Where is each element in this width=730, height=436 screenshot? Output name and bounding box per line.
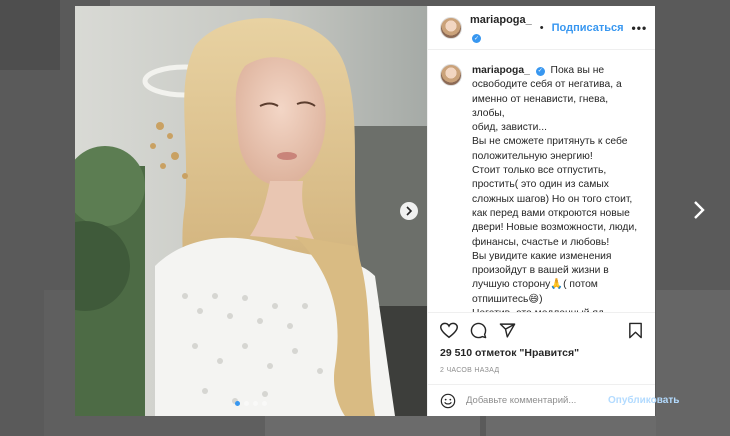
caption-line: простить( это один из самых [472,179,609,191]
caption-line: именно от ненависти, гнева, злобы, [472,93,609,119]
caption-line: положительную энергию! [472,150,593,162]
carousel-dot [253,401,258,406]
publish-comment-button[interactable]: Опубликовать [608,395,679,406]
separator: • [539,21,544,34]
likes-count[interactable]: 29 510 отметок "Нравится" [440,347,643,359]
caption-line: освободите себя от негатива, а [472,79,622,91]
verified-badge-icon: ✓ [535,66,545,76]
caption-line: финансы, счастье и любовь! [472,236,610,248]
caption-line: Стоит только все отпустить, [472,165,607,177]
caption-area: mariapoga_ ✓ Пока вы не освободите себя от… [428,50,655,312]
chevron-right-icon [406,206,413,216]
post-header: mariapoga_ ✓ • Подписаться ••• [428,6,655,50]
caption-line: сложных шагов) Но он того стоит, [472,193,633,205]
caption-username[interactable]: mariapoga_ [472,65,530,76]
username-link[interactable]: mariapoga_ [470,14,532,26]
next-post-button[interactable] [688,196,710,224]
caption-line: отпишитесь😄) [472,293,543,305]
action-bar [440,319,643,341]
post-modal: mariapoga_ ✓ • Подписаться ••• mariapoga… [75,6,679,416]
caption-line: как перед вами откроются новые [472,207,630,219]
post-sidebar: mariapoga_ ✓ • Подписаться ••• mariapoga… [427,6,679,416]
carousel-dot [235,401,240,406]
comment-form: Опубликовать [428,384,679,416]
share-button[interactable] [499,322,516,339]
post-actions: 29 510 отметок "Нравится" 2 часов назад [428,312,655,374]
carousel-dot [244,401,249,406]
caption-line: лучшую сторону🙏( потом [472,279,598,291]
caption-line: Пока вы не [550,65,605,76]
save-button[interactable] [628,322,643,339]
post-photo [75,6,427,416]
caption-text: Пока вы не освободите себя от негатива, а… [472,65,639,312]
verified-badge-icon: ✓ [472,33,481,43]
comment-input[interactable] [466,395,598,406]
comment-icon [470,322,487,338]
emoji-button[interactable] [440,393,456,409]
more-options-button[interactable]: ••• [632,21,648,35]
avatar[interactable] [440,16,462,39]
background-tile [0,0,60,70]
bookmark-icon [629,322,642,338]
carousel-dot [262,401,267,406]
heart-icon [440,322,458,338]
caption: mariapoga_ ✓ Пока вы не освободите себя от… [472,64,643,312]
caption-line: двери! Новые возможности, люди, [472,222,638,234]
carousel-indicator [75,401,427,406]
post-timestamp[interactable]: 2 часов назад [440,367,643,374]
carousel-next-button[interactable] [400,202,418,220]
caption-line: Вы увидите какие изменения [472,250,612,262]
caption-line: произойдут в вашей жизни в [472,265,609,277]
emoji-icon [440,393,456,408]
post-media[interactable] [75,6,427,416]
caption-line: обид, зависти... [472,122,547,134]
like-button[interactable] [440,322,458,339]
share-icon [499,322,516,338]
background-tile [265,416,480,436]
chevron-right-icon [694,201,705,219]
avatar[interactable] [440,64,462,86]
background-tile [656,290,730,436]
comment-button[interactable] [470,322,487,339]
caption-line: Вы не сможете притянуть к себе [472,136,628,148]
follow-button[interactable]: Подписаться [552,22,624,34]
